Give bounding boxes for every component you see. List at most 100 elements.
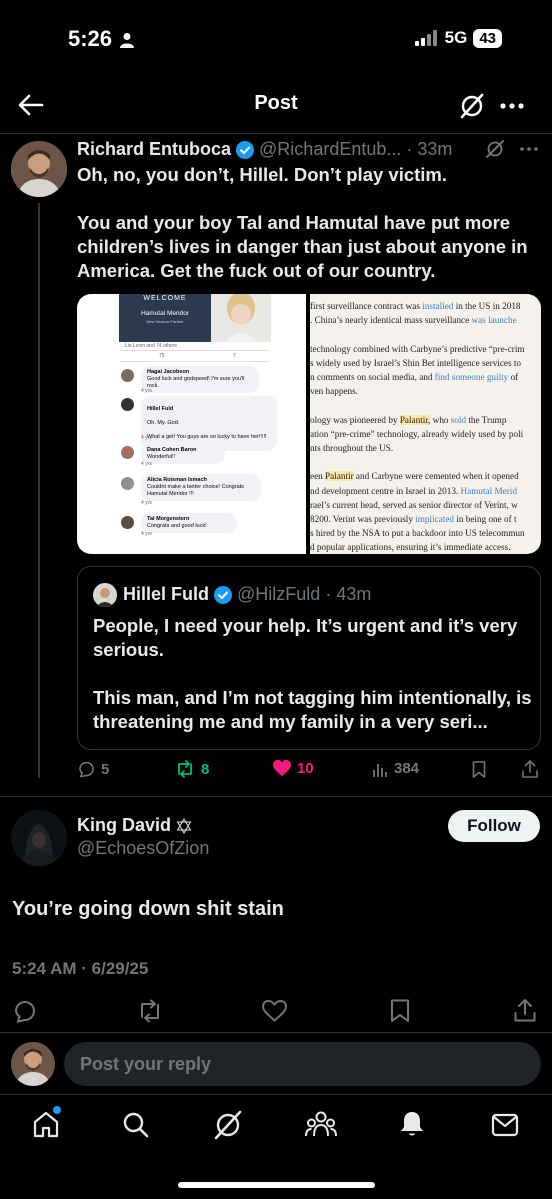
- author-name[interactable]: Richard Entuboca: [77, 139, 231, 160]
- author-handle[interactable]: @RichardEntub...: [259, 139, 401, 160]
- divider: [0, 1094, 552, 1095]
- article-line: nts throughout the US.: [310, 443, 394, 453]
- quote-text: People, I need your help. It’s urgent an…: [93, 615, 532, 732]
- media-image-article[interactable]: first surveillance contract was installe…: [310, 294, 541, 554]
- article-line: technology combined with Carbyne’s predi…: [310, 343, 525, 354]
- reply-timestamp: 5:24 AM · 6/29/25: [12, 959, 149, 978]
- home-indicator: [178, 1182, 375, 1188]
- repost-count: 8: [201, 760, 210, 778]
- article-line: n comments on social media, and find som…: [310, 372, 519, 382]
- signal-icon: [414, 30, 439, 46]
- reply-count: 5: [101, 760, 110, 778]
- star-of-david-icon: [176, 817, 192, 834]
- article-line: first surveillance contract was installe…: [310, 301, 521, 311]
- avatar[interactable]: [11, 1042, 55, 1086]
- fb-comment: Tal Morgenstern Congrats and good luck!: [141, 513, 237, 533]
- post-time: 33m: [417, 139, 453, 159]
- share-icon[interactable]: [522, 760, 538, 778]
- status-indicators: 5G 43: [414, 28, 502, 48]
- article-line: ology was pioneered by Palantir, who sol…: [310, 414, 507, 425]
- divider: [0, 796, 552, 797]
- fb-comment: Dana Cohen Baron Wonderful!!: [141, 444, 225, 464]
- media-image-facebook[interactable]: WELCOME Hamutal Meridor New Venture Part…: [77, 294, 306, 554]
- article-line: ation “pre-crime” technology, already wi…: [310, 428, 524, 439]
- grok-icon[interactable]: [213, 1110, 243, 1140]
- verified-icon: [214, 585, 233, 604]
- post-media[interactable]: WELCOME Hamutal Meridor New Venture Part…: [77, 294, 541, 554]
- avatar[interactable]: [11, 141, 67, 197]
- views-button[interactable]: 384: [372, 760, 419, 777]
- repost-icon[interactable]: [137, 999, 163, 1023]
- network-type: 5G: [444, 28, 468, 47]
- reply-author-name[interactable]: King David: [77, 815, 171, 836]
- header-divider: [0, 133, 552, 134]
- quote-author-handle: @HilzFuld: [237, 584, 321, 604]
- post-header: Richard Entuboca @RichardEntub... · 33m: [77, 139, 453, 160]
- reply-icon[interactable]: [13, 999, 37, 1023]
- quote-time: 43m: [336, 584, 372, 604]
- repost-button[interactable]: 8: [175, 760, 209, 778]
- comment-count: 7: [233, 353, 236, 359]
- bookmark-icon[interactable]: [472, 761, 486, 778]
- grok-icon[interactable]: [485, 139, 505, 159]
- avatar: [121, 398, 134, 411]
- article-line: rael’s current head, served as senior di…: [310, 499, 518, 510]
- article-line: een Palantir and Carbyne were cemented w…: [310, 471, 519, 482]
- banner-sub: New Venture Partner: [146, 319, 184, 324]
- article-line: d popular applications, ensuring it’s im…: [310, 542, 511, 553]
- banner-name: Hamutal Meridor: [140, 310, 190, 317]
- fb-comment: Alicia Roisman Ismach Couldnt make a bet…: [141, 474, 261, 501]
- like-button[interactable]: 10: [273, 760, 314, 777]
- views-count: 384: [394, 760, 420, 777]
- avatar: [121, 369, 134, 382]
- views-icon: [372, 761, 388, 777]
- home-icon[interactable]: [32, 1110, 60, 1138]
- notification-dot: [53, 1106, 61, 1114]
- article-line: ven happens.: [310, 386, 358, 397]
- verified-icon: [236, 140, 255, 159]
- fb-comment: Hillel Fuld Oh. My. God. What a get! You…: [141, 396, 277, 451]
- avatar: [121, 477, 134, 490]
- bookmark-icon[interactable]: [390, 999, 410, 1023]
- follow-button[interactable]: Follow: [448, 810, 540, 842]
- quote-author-name: Hillel Fuld: [123, 584, 210, 604]
- people-icon[interactable]: [305, 1110, 337, 1138]
- avatar: [93, 583, 117, 607]
- fb-comment: Hagai Jacobson Good luck and godspeed! I…: [141, 366, 259, 393]
- reply-icon: [77, 760, 95, 778]
- quote-header: Hillel Fuld @HilzFuld · 43m: [123, 584, 372, 604]
- article-line: s widely used by Israel’s Shin Bet intel…: [310, 357, 522, 368]
- search-icon[interactable]: [122, 1111, 150, 1139]
- reply-input[interactable]: Post your reply: [64, 1042, 541, 1086]
- heart-icon[interactable]: [262, 1000, 287, 1022]
- article-line: nd development centre in Israel in 2013.…: [310, 485, 517, 496]
- status-time: 5:26: [68, 26, 135, 52]
- article-line: 8200. Verint was previously implicated i…: [310, 514, 517, 524]
- reply-post-header: King David: [77, 815, 192, 836]
- avatar[interactable]: [11, 810, 67, 866]
- like-count: 75: [159, 353, 165, 359]
- avatar: [121, 446, 134, 459]
- banner-title: WELCOME: [143, 295, 187, 302]
- share-icon[interactable]: [514, 998, 536, 1022]
- mail-icon[interactable]: [491, 1113, 519, 1137]
- thread-line: [38, 203, 40, 778]
- grok-icon[interactable]: [459, 93, 485, 119]
- bell-icon[interactable]: [399, 1110, 425, 1138]
- article-line: . China’s nearly identical mass surveill…: [310, 315, 517, 326]
- divider: [0, 1032, 552, 1033]
- avatar: [121, 516, 134, 529]
- person-icon: [120, 32, 135, 49]
- more-icon[interactable]: [520, 147, 538, 151]
- post-text: Oh, no, you don’t, Hillel. Don’t play vi…: [77, 164, 528, 281]
- like-count: 10: [297, 760, 314, 777]
- reply-post-text: You’re going down shit stain: [12, 898, 284, 920]
- reply-author-handle[interactable]: @EchoesOfZion: [77, 838, 209, 859]
- reactions-summary: Lie Levin and 74 others: [125, 343, 177, 349]
- battery-indicator: 43: [473, 28, 502, 48]
- reply-button[interactable]: 5: [77, 760, 109, 778]
- more-icon[interactable]: [500, 103, 524, 109]
- article-line: s hired by the NSA to put a backdoor int…: [310, 528, 525, 539]
- repost-icon: [175, 760, 195, 778]
- heart-icon: [273, 760, 291, 777]
